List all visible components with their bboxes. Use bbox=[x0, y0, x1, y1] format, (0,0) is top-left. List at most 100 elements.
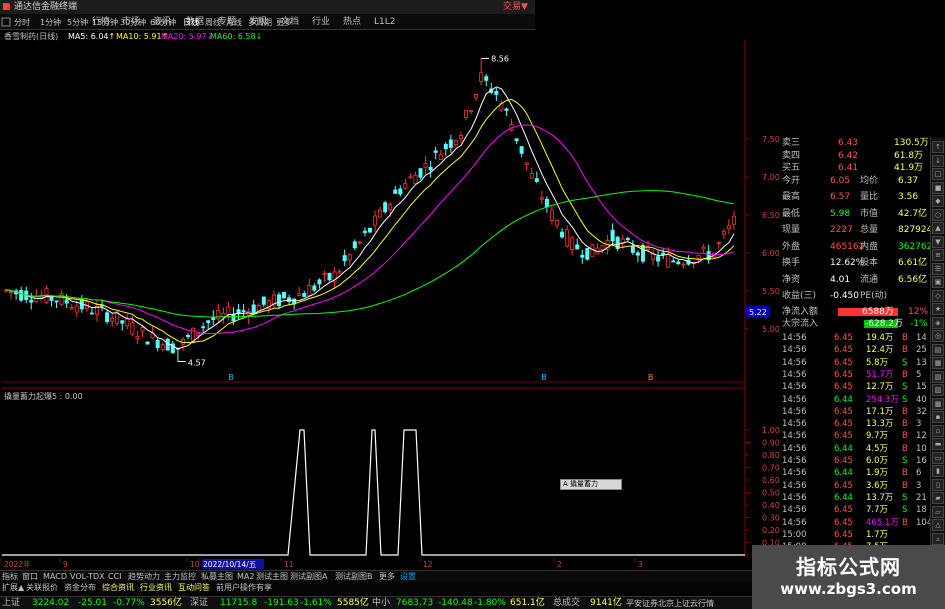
candle-body[interactable] bbox=[362, 230, 367, 233]
candle-body[interactable] bbox=[529, 173, 534, 179]
candle-body[interactable] bbox=[59, 293, 64, 305]
toolbar-button[interactable]: ▣ bbox=[932, 276, 944, 288]
candle-body[interactable] bbox=[539, 197, 544, 200]
candle-body[interactable] bbox=[474, 93, 479, 99]
candle-body[interactable] bbox=[196, 332, 201, 336]
toolbar-button[interactable]: ▮ bbox=[932, 465, 944, 477]
toolbar-button[interactable]: ▼ bbox=[932, 235, 944, 248]
toolbar-button[interactable]: ▵ bbox=[932, 532, 944, 545]
toolbar-button[interactable]: ▩ bbox=[932, 397, 944, 410]
toolbar-button[interactable]: ▰ bbox=[932, 492, 944, 504]
period-tab[interactable]: 更多 bbox=[276, 17, 292, 27]
candle-body[interactable] bbox=[29, 299, 34, 303]
candle-body[interactable] bbox=[731, 215, 736, 225]
candle-body[interactable] bbox=[630, 245, 635, 253]
candle-body[interactable] bbox=[378, 209, 383, 218]
candle-body[interactable] bbox=[701, 246, 706, 250]
toolbar-button[interactable]: ▤ bbox=[932, 343, 944, 356]
candle-body[interactable] bbox=[398, 188, 403, 195]
candle-body[interactable] bbox=[656, 256, 661, 262]
toolbar-button[interactable]: ≡ bbox=[932, 249, 944, 261]
candle-body[interactable] bbox=[544, 198, 549, 208]
candle-body[interactable] bbox=[519, 146, 524, 154]
period-tab[interactable]: 5分钟 bbox=[67, 17, 88, 27]
candle-body[interactable] bbox=[221, 312, 226, 318]
candle-body[interactable] bbox=[428, 166, 433, 171]
toolbar-button[interactable]: ○ bbox=[932, 208, 944, 221]
candle-body[interactable] bbox=[367, 227, 372, 233]
toolbar-button[interactable]: ▪ bbox=[932, 411, 944, 423]
extension-tab[interactable]: 资金分布 bbox=[64, 582, 96, 594]
candle-body[interactable] bbox=[408, 176, 413, 179]
candle-body[interactable] bbox=[524, 162, 529, 165]
candle-body[interactable] bbox=[726, 225, 731, 230]
indicator-popup[interactable]: A 撬量蓄力 bbox=[560, 479, 622, 490]
toolbar-button[interactable]: ↓ bbox=[932, 154, 944, 167]
candle-body[interactable] bbox=[120, 320, 125, 324]
candle-body[interactable] bbox=[560, 231, 565, 238]
candle-body[interactable] bbox=[661, 252, 666, 255]
candle-body[interactable] bbox=[282, 291, 287, 299]
candle-body[interactable] bbox=[54, 300, 59, 303]
candle-body[interactable] bbox=[34, 295, 39, 303]
extension-tab[interactable]: 关联报价 bbox=[26, 582, 58, 594]
candle-body[interactable] bbox=[322, 273, 327, 276]
stock-name[interactable]: 香雪制药(日线) bbox=[4, 31, 58, 43]
candle-body[interactable] bbox=[433, 150, 438, 153]
candle-body[interactable] bbox=[388, 204, 393, 211]
toolbar-button[interactable]: ▫ bbox=[932, 424, 944, 437]
candle-body[interactable] bbox=[74, 305, 79, 313]
period-tab[interactable]: 日线 bbox=[183, 17, 199, 27]
candle-body[interactable] bbox=[625, 238, 630, 241]
candle-body[interactable] bbox=[191, 327, 196, 342]
candle-body[interactable] bbox=[261, 296, 266, 305]
candle-body[interactable] bbox=[317, 279, 322, 285]
period-tab[interactable]: 30分钟 bbox=[120, 17, 146, 27]
candle-body[interactable] bbox=[135, 336, 140, 340]
candle-body[interactable] bbox=[504, 108, 509, 111]
candle-body[interactable] bbox=[89, 312, 94, 315]
candle-body[interactable] bbox=[276, 294, 281, 307]
candle-body[interactable] bbox=[105, 312, 110, 322]
candle-body[interactable] bbox=[297, 293, 302, 296]
candle-body[interactable] bbox=[413, 174, 418, 184]
candle-body[interactable] bbox=[231, 314, 236, 322]
candle-body[interactable] bbox=[140, 327, 145, 332]
candle-body[interactable] bbox=[373, 215, 378, 226]
period-tab[interactable]: 60分钟 bbox=[150, 17, 176, 27]
toolbar-button[interactable]: ◈ bbox=[932, 316, 944, 329]
candle-body[interactable] bbox=[216, 309, 221, 320]
toolbar-button[interactable]: ▱ bbox=[932, 505, 944, 518]
extension-tab[interactable]: 扩展▲ bbox=[2, 582, 24, 594]
toolbar-button[interactable]: ▲ bbox=[932, 222, 944, 234]
candle-body[interactable] bbox=[514, 138, 519, 142]
candle-body[interactable] bbox=[155, 339, 160, 349]
candle-body[interactable] bbox=[721, 231, 726, 235]
candle-body[interactable] bbox=[464, 110, 469, 118]
candle-body[interactable] bbox=[585, 247, 590, 260]
candle-body[interactable] bbox=[130, 322, 135, 335]
period-menu-icon[interactable] bbox=[1, 17, 11, 27]
toolbar-button[interactable]: ★ bbox=[932, 303, 944, 315]
candle-body[interactable] bbox=[226, 306, 231, 315]
candle-body[interactable] bbox=[64, 299, 69, 304]
candle-body[interactable] bbox=[534, 178, 539, 182]
toolbar-button[interactable]: ☰ bbox=[932, 262, 944, 275]
toolbar-button[interactable]: ◎ bbox=[932, 330, 944, 342]
period-tab[interactable]: 15分钟 bbox=[92, 17, 118, 27]
candle-body[interactable] bbox=[302, 293, 307, 297]
toolbar-button[interactable]: ▧ bbox=[932, 370, 944, 383]
candle-body[interactable] bbox=[383, 202, 388, 213]
candle-body[interactable] bbox=[479, 72, 484, 82]
candle-body[interactable] bbox=[666, 254, 671, 268]
candle-body[interactable] bbox=[494, 91, 499, 95]
toolbar-button[interactable]: ◇ bbox=[932, 289, 944, 302]
candle-body[interactable] bbox=[555, 219, 560, 226]
candle-body[interactable] bbox=[484, 76, 489, 81]
toolbar-button[interactable]: ■ bbox=[932, 181, 944, 194]
candle-body[interactable] bbox=[347, 254, 352, 261]
toolbar-button[interactable]: ▬ bbox=[932, 438, 944, 450]
toolbar-button[interactable]: ▨ bbox=[932, 384, 944, 396]
candle-body[interactable] bbox=[69, 307, 74, 310]
candle-body[interactable] bbox=[19, 290, 24, 301]
